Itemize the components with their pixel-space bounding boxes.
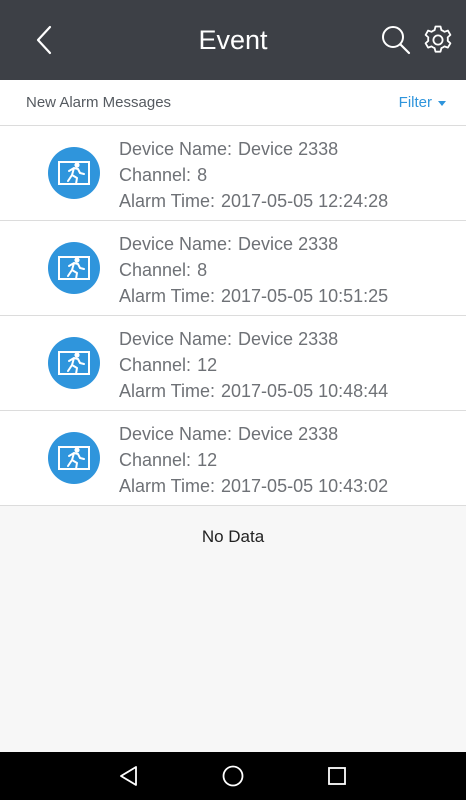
device-name-label: Device Name: — [119, 234, 233, 254]
exit-running-icon — [58, 351, 90, 375]
channel-value: 8 — [197, 165, 208, 185]
system-nav-bar — [0, 752, 466, 800]
channel-value: 8 — [197, 260, 208, 280]
channel-value: 12 — [197, 450, 218, 470]
triangle-back-icon — [120, 766, 137, 786]
nav-recent-button[interactable] — [325, 764, 349, 788]
event-details: Device Name: Device 2338 Channel: 12 Alarm… — [119, 326, 388, 404]
exit-running-icon — [58, 446, 90, 470]
gear-icon — [424, 25, 452, 53]
event-item[interactable]: Device Name: Device 2338 Channel: 8 Alarm … — [0, 221, 466, 316]
device-name-value: Device 2338 — [238, 234, 339, 254]
alarm-time-label: Alarm Time: — [119, 286, 216, 306]
alarm-time-value: 2017-05-05 12:24:28 — [221, 191, 389, 211]
search-icon — [382, 26, 411, 55]
event-type-badge — [48, 432, 100, 484]
nav-back-button[interactable] — [117, 764, 141, 788]
event-item[interactable]: Device Name: Device 2338 Channel: 12 Alarm… — [0, 316, 466, 411]
device-name-value: Device 2338 — [238, 139, 339, 159]
alarm-time-label: Alarm Time: — [119, 191, 216, 211]
filter-dropdown[interactable]: Filter — [399, 94, 446, 111]
channel-label: Channel: — [119, 450, 192, 470]
filter-label: Filter — [398, 94, 432, 111]
device-name-value: Device 2338 — [238, 424, 339, 444]
alarm-time-value: 2017-05-05 10:48:44 — [221, 381, 389, 401]
device-name-label: Device Name: — [119, 329, 233, 349]
app-header: Event — [0, 0, 466, 80]
channel-label: Channel: — [119, 165, 192, 185]
list-header: New Alarm Messages Filter — [0, 80, 466, 126]
alarm-time-label: Alarm Time: — [119, 381, 216, 401]
exit-running-icon — [58, 256, 90, 280]
empty-state-text: No Data — [201, 527, 265, 546]
channel-label: Channel: — [119, 260, 192, 280]
caret-down-icon — [438, 100, 446, 106]
exit-running-icon — [58, 161, 90, 185]
settings-button[interactable] — [422, 24, 454, 56]
search-button[interactable] — [380, 24, 412, 56]
nav-home-button[interactable] — [221, 764, 245, 788]
event-item[interactable]: Device Name: Device 2338 Channel: 8 Alarm … — [0, 126, 466, 221]
event-details: Device Name: Device 2338 Channel: 8 Alarm … — [119, 231, 388, 309]
alarm-time-value: 2017-05-05 10:43:02 — [221, 476, 389, 496]
event-list: Device Name: Device 2338 Channel: 8 Alarm … — [0, 126, 466, 506]
alarm-time-value: 2017-05-05 10:51:25 — [221, 286, 389, 306]
event-details: Device Name: Device 2338 Channel: 12 Alarm… — [119, 421, 388, 499]
section-label: New Alarm Messages — [26, 94, 172, 111]
event-details: Device Name: Device 2338 Channel: 8 Alarm … — [119, 136, 388, 214]
device-name-label: Device Name: — [119, 424, 233, 444]
event-type-badge — [48, 242, 100, 294]
event-type-badge — [48, 337, 100, 389]
device-name-value: Device 2338 — [238, 329, 339, 349]
device-name-label: Device Name: — [119, 139, 233, 159]
square-recent-icon — [328, 767, 346, 785]
event-type-badge — [48, 147, 100, 199]
alarm-time-label: Alarm Time: — [119, 476, 216, 496]
channel-label: Channel: — [119, 355, 192, 375]
circle-home-icon — [222, 765, 244, 787]
channel-value: 12 — [197, 355, 218, 375]
event-item[interactable]: Device Name: Device 2338 Channel: 12 Alarm… — [0, 411, 466, 506]
